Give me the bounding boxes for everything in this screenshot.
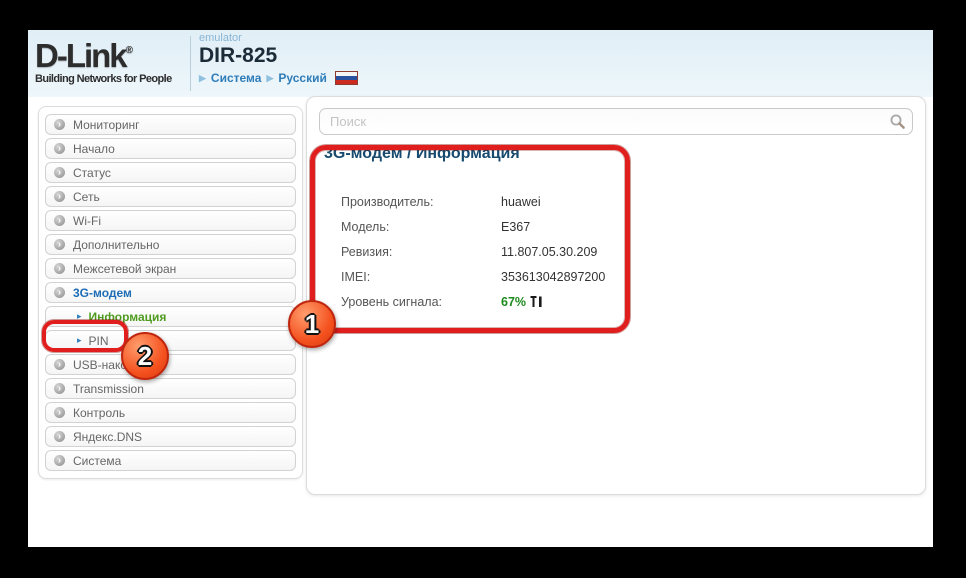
- sidebar-item-monitoring[interactable]: › Мониторинг: [45, 114, 296, 135]
- sidebar-item-label: Яндекс.DNS: [73, 430, 142, 444]
- emulator-label: emulator: [199, 32, 358, 44]
- breadcrumb: ▶ Система ▶ Русский: [199, 71, 358, 85]
- breadcrumb-link-language[interactable]: Русский: [278, 71, 327, 85]
- sidebar-item-usb-storage[interactable]: ›USB-накопитель: [45, 354, 296, 375]
- annotation-highlight-pin-item: [42, 320, 128, 352]
- search-icon: [889, 113, 906, 130]
- menu-bullet-icon: ›: [54, 431, 65, 442]
- menu-bullet-icon: ›: [54, 287, 65, 298]
- sidebar-item-firewall[interactable]: › Межсетевой экран: [45, 258, 296, 279]
- search-input[interactable]: [319, 108, 913, 135]
- annotation-step-2-badge: 2: [121, 332, 169, 380]
- sidebar-item-network[interactable]: › Сеть: [45, 186, 296, 207]
- menu-bullet-icon: ›: [54, 119, 65, 130]
- sidebar-item-label: 3G-модем: [73, 286, 132, 300]
- menu-bullet-icon: ›: [54, 455, 65, 466]
- sidebar-item-label: Сеть: [73, 190, 100, 204]
- sidebar-item-system[interactable]: › Система: [45, 450, 296, 471]
- annotation-step-1-number: 1: [305, 309, 319, 340]
- sidebar-item-label: Transmission: [73, 382, 144, 396]
- device-title-block: emulator DIR-825 ▶ Система ▶ Русский: [199, 32, 358, 85]
- sidebar-item-label: Статус: [73, 166, 111, 180]
- menu-bullet-icon: ›: [54, 263, 65, 274]
- annotation-step-1-badge: 1: [288, 300, 336, 348]
- sidebar-item-label: Мониторинг: [73, 118, 140, 132]
- sidebar-item-home[interactable]: › Начало: [45, 138, 296, 159]
- sidebar-item-label: Wi-Fi: [73, 214, 101, 228]
- registered-trademark-icon: ®: [126, 45, 133, 56]
- breadcrumb-arrow-icon: ▶: [199, 73, 206, 84]
- dlink-logo-text: D-Link®: [35, 34, 187, 72]
- menu-bullet-icon: ›: [54, 239, 65, 250]
- russian-flag-icon[interactable]: [335, 71, 358, 85]
- search-bar: [319, 108, 913, 135]
- sidebar-item-3g-modem[interactable]: › 3G-модем: [45, 282, 296, 303]
- menu-bullet-icon: ›: [54, 191, 65, 202]
- sidebar-item-transmission[interactable]: › Transmission: [45, 378, 296, 399]
- dlink-logo-tagline: Building Networks for People: [35, 73, 187, 85]
- header-divider: [190, 36, 191, 91]
- menu-bullet-icon: ›: [54, 215, 65, 226]
- annotation-highlight-info-panel: [310, 145, 630, 333]
- device-model-title: DIR-825: [199, 44, 358, 68]
- sidebar-item-label: Межсетевой экран: [73, 262, 176, 276]
- annotation-step-2-number: 2: [138, 341, 152, 372]
- header: D-Link® Building Networks for People emu…: [28, 30, 933, 97]
- breadcrumb-arrow-icon: ▶: [266, 73, 273, 84]
- sidebar-item-wifi[interactable]: › Wi-Fi: [45, 210, 296, 231]
- menu-bullet-icon: ›: [54, 383, 65, 394]
- sidebar-item-status[interactable]: › Статус: [45, 162, 296, 183]
- sidebar-item-label: Начало: [73, 142, 115, 156]
- sidebar-item-label: Контроль: [73, 406, 125, 420]
- breadcrumb-link-system[interactable]: Система: [211, 71, 262, 85]
- menu-bullet-icon: ›: [54, 359, 65, 370]
- sidebar: › Мониторинг › Начало › Статус › Сеть › Wi-Fi › Доп…: [38, 106, 303, 479]
- sidebar-item-label: Дополнительно: [73, 238, 159, 252]
- menu-bullet-icon: ›: [54, 407, 65, 418]
- sidebar-item-control[interactable]: › Контроль: [45, 402, 296, 423]
- sidebar-item-label: Система: [73, 454, 121, 468]
- dlink-logo: D-Link® Building Networks for People: [35, 34, 187, 85]
- menu-bullet-icon: ›: [54, 143, 65, 154]
- sidebar-item-advanced[interactable]: › Дополнительно: [45, 234, 296, 255]
- sidebar-item-yandex-dns[interactable]: › Яндекс.DNS: [45, 426, 296, 447]
- menu-bullet-icon: ›: [54, 167, 65, 178]
